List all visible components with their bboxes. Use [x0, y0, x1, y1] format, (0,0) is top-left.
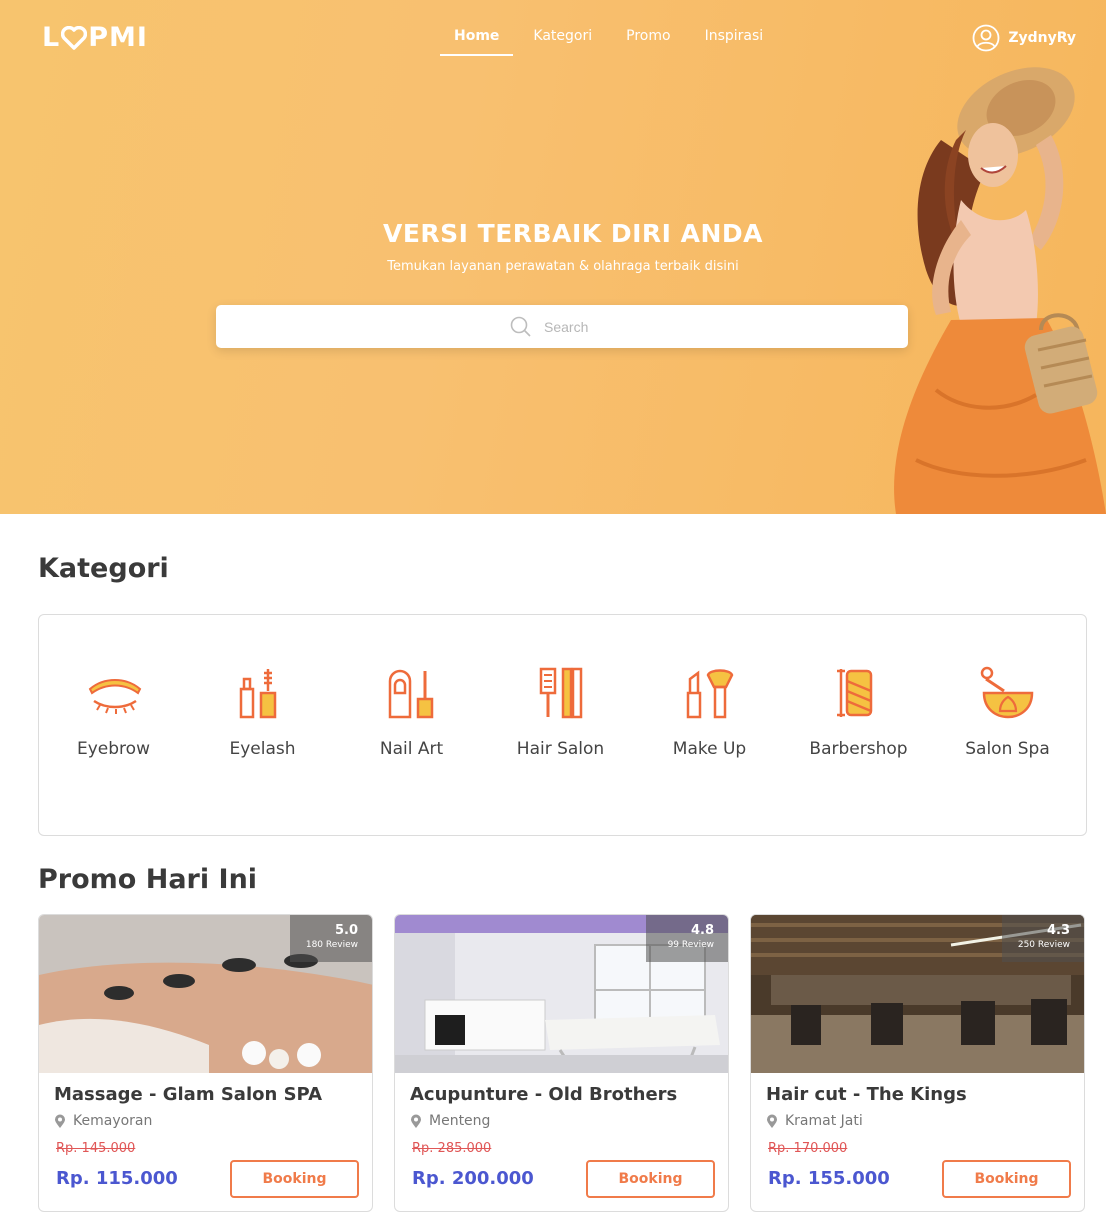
nail-art-icon: [388, 669, 433, 719]
review-count: 180 Review: [305, 940, 358, 950]
card-location: Kemayoran: [54, 1113, 152, 1129]
card-location: Kramat Jati: [766, 1113, 863, 1129]
promo-card[interactable]: 4.3 250 Review Hair cut - The Kings Kram…: [750, 914, 1085, 1212]
heart-icon: [61, 25, 88, 50]
kategori-barbershop[interactable]: Barbershop: [784, 615, 933, 835]
kategori-label: Eyelash: [229, 739, 296, 759]
promo-price: Rp. 200.000: [412, 1168, 534, 1189]
promo-price: Rp. 155.000: [768, 1168, 890, 1189]
booking-button[interactable]: Booking: [230, 1160, 359, 1198]
kategori-nail-art[interactable]: Nail Art: [337, 615, 486, 835]
search-bar[interactable]: [216, 305, 908, 348]
hero-title: VERSI TERBAIK DIRI ANDA: [382, 219, 764, 248]
hero-banner: L PMI Home Kategori Promo Inspirasi Zydn…: [0, 0, 1106, 514]
rating-badge: 4.8 99 Review: [646, 915, 728, 962]
barbershop-icon: [836, 669, 872, 717]
location-pin-icon: [767, 1114, 777, 1128]
nav-promo[interactable]: Promo: [612, 28, 684, 56]
logo-text-rest: PMI: [88, 22, 148, 53]
kategori-eyebrow[interactable]: Eyebrow: [39, 615, 188, 835]
rating-score: 5.0: [334, 923, 358, 938]
card-title: Acupunture - Old Brothers: [410, 1084, 678, 1105]
location-text: Kemayoran: [73, 1113, 153, 1129]
kategori-label: Hair Salon: [516, 739, 605, 759]
logo-text-l: L: [42, 22, 61, 53]
eyelash-icon: [239, 669, 276, 719]
kategori-hair-salon[interactable]: Hair Salon: [486, 615, 635, 835]
review-count: 250 Review: [1017, 940, 1070, 950]
original-price: Rp. 145.000: [56, 1141, 136, 1156]
promo-title: Promo Hari Ini: [38, 864, 258, 895]
main-nav: Home Kategori Promo Inspirasi: [440, 28, 783, 56]
location-text: Menteng: [429, 1113, 491, 1129]
kategori-panel: Eyebrow Eyelash Nail Art Hair Salon Make…: [38, 614, 1087, 836]
nav-kategori[interactable]: Kategori: [519, 28, 606, 56]
card-title: Massage - Glam Salon SPA: [54, 1084, 323, 1105]
location-pin-icon: [411, 1114, 421, 1128]
kategori-eyelash[interactable]: Eyelash: [188, 615, 337, 835]
location-text: Kramat Jati: [785, 1113, 863, 1129]
rating-badge: 5.0 180 Review: [290, 915, 372, 962]
user-icon: [972, 24, 1000, 52]
search-input[interactable]: [544, 318, 614, 335]
hero-subtitle: Temukan layanan perawatan & olahraga ter…: [387, 259, 739, 274]
promo-card[interactable]: 5.0 180 Review Massage - Glam Salon SPA …: [38, 914, 373, 1212]
kategori-label: Barbershop: [809, 739, 908, 759]
kategori-salon-spa[interactable]: Salon Spa: [933, 615, 1082, 835]
promo-card[interactable]: 4.8 99 Review Acupunture - Old Brothers …: [394, 914, 729, 1212]
hero-woman-image: [894, 67, 1106, 514]
nav-inspirasi[interactable]: Inspirasi: [691, 28, 778, 56]
hair-salon-icon: [539, 667, 582, 719]
search-icon: [510, 316, 531, 337]
promo-price: Rp. 115.000: [56, 1168, 178, 1189]
card-title: Hair cut - The Kings: [766, 1084, 967, 1105]
booking-button[interactable]: Booking: [942, 1160, 1071, 1198]
salon-spa-icon: [980, 666, 1033, 719]
rating-badge: 4.3 250 Review: [1002, 915, 1084, 962]
kategori-label: Make Up: [672, 739, 747, 759]
review-count: 99 Review: [667, 940, 714, 950]
username: ZydnyRy: [1008, 30, 1076, 46]
card-location: Menteng: [410, 1113, 490, 1129]
eyebrow-icon: [88, 679, 141, 714]
location-pin-icon: [55, 1114, 65, 1128]
booking-button[interactable]: Booking: [586, 1160, 715, 1198]
rating-score: 4.8: [690, 923, 714, 938]
kategori-label: Nail Art: [379, 739, 444, 759]
kategori-label: Eyebrow: [77, 739, 150, 759]
kategori-label: Salon Spa: [965, 739, 1050, 759]
nav-home[interactable]: Home: [440, 28, 514, 56]
rating-score: 4.3: [1046, 923, 1070, 938]
original-price: Rp. 285.000: [412, 1141, 492, 1156]
logo[interactable]: L PMI: [42, 22, 148, 53]
make-up-icon: [686, 669, 733, 719]
user-menu[interactable]: ZydnyRy: [972, 24, 1076, 52]
kategori-title: Kategori: [38, 553, 169, 584]
kategori-make-up[interactable]: Make Up: [635, 615, 784, 835]
original-price: Rp. 170.000: [768, 1141, 848, 1156]
